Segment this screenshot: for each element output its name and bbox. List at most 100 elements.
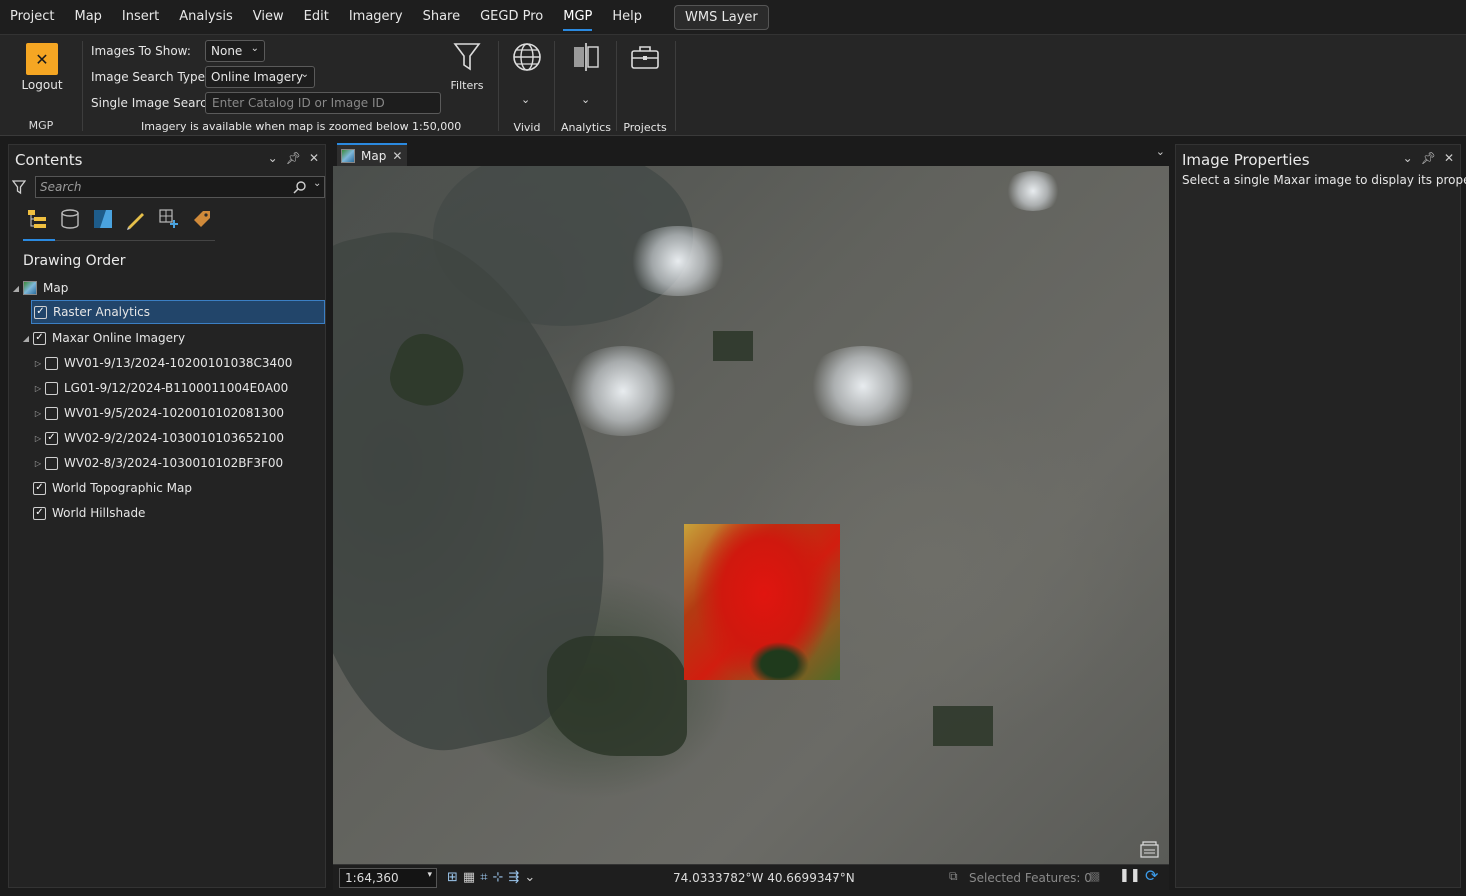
layer-checkbox[interactable]: ✓	[33, 481, 46, 495]
menu-insert[interactable]: Insert	[112, 0, 169, 34]
menu-gegd-pro[interactable]: GEGD Pro	[470, 0, 553, 34]
refresh-icon[interactable]: ⟳	[1145, 866, 1158, 885]
tree-item-maxar-online-imagery[interactable]: ◢ ✓ Maxar Online Imagery	[9, 326, 325, 350]
tree-item-world-topographic-map[interactable]: ✓ World Topographic Map	[9, 476, 325, 500]
wms-layer-button[interactable]: WMS Layer	[674, 4, 769, 30]
tab-map-label: Map	[361, 148, 387, 163]
cloud	[623, 226, 733, 296]
list-by-selection-icon[interactable]	[91, 207, 115, 231]
add-grid-icon[interactable]: ⊞	[447, 870, 458, 885]
analytics-button[interactable]: ⌄ Analytics	[560, 39, 612, 135]
expand-arrow-icon[interactable]: ◢	[11, 284, 21, 293]
map-canvas[interactable]	[333, 166, 1169, 864]
cloud	[563, 346, 683, 436]
projects-button[interactable]: Projects	[620, 39, 670, 135]
navigation-icon[interactable]: ⇶	[508, 870, 519, 885]
list-by-editing-icon[interactable]	[124, 207, 148, 231]
menu-help[interactable]: Help	[602, 0, 652, 34]
image-properties-description: Select a single Maxar image to display i…	[1182, 173, 1466, 187]
tree-item-map[interactable]: ◢ Map	[9, 276, 325, 300]
scale-value: 1:64,360	[345, 870, 399, 885]
map-icon	[23, 281, 37, 295]
collapse-arrow-icon[interactable]: ▷	[33, 409, 43, 418]
collapse-arrow-icon[interactable]: ▷	[33, 359, 43, 368]
image-search-type-label: Image Search Type:	[91, 70, 210, 84]
menu-mgp[interactable]: MGP	[553, 0, 602, 34]
list-by-labeling-icon[interactable]	[190, 207, 214, 231]
logout-button-label[interactable]: Logout	[18, 78, 66, 92]
pin-icon[interactable]: 📌︎	[286, 151, 301, 165]
tree-item-image-layer[interactable]: ▷ WV01-9/5/2024-1020010102081300	[9, 401, 325, 425]
tab-map[interactable]: Map ✕	[337, 143, 407, 166]
layer-checkbox[interactable]: ✓	[34, 305, 47, 319]
list-by-drawing-order-icon[interactable]	[25, 207, 49, 231]
tree-item-label: LG01-9/12/2024-B1100011004E0A00	[64, 381, 289, 395]
filters-button[interactable]: Filters	[446, 39, 488, 99]
active-view-indicator	[23, 239, 55, 241]
chevron-down-icon[interactable]: ⌄	[268, 151, 278, 165]
image-search-type-dropdown[interactable]: Online Imagery ⌄	[205, 66, 315, 88]
logout-icon[interactable]: ✕	[26, 43, 58, 75]
tree-item-image-layer[interactable]: ▷ LG01-9/12/2024-B1100011004E0A00	[9, 376, 325, 400]
pin-icon[interactable]: 📌︎	[1421, 151, 1436, 165]
chevron-down-icon[interactable]: ⌄	[521, 93, 530, 106]
single-image-search-input[interactable]: Enter Catalog ID or Image ID	[205, 92, 441, 114]
menu-edit[interactable]: Edit	[294, 0, 339, 34]
snapping-icon[interactable]: ⊹	[493, 870, 504, 885]
cloud	[803, 346, 923, 426]
list-by-source-icon[interactable]	[58, 207, 82, 231]
layer-checkbox[interactable]	[45, 356, 58, 370]
filter-icon[interactable]	[12, 179, 26, 195]
chevron-down-icon[interactable]: ⌄	[313, 178, 321, 189]
tree-item-raster-analytics[interactable]: ✓ Raster Analytics	[31, 300, 325, 324]
contents-search-input[interactable]: Search	[35, 176, 325, 198]
menu-imagery[interactable]: Imagery	[339, 0, 413, 34]
chevron-down-icon[interactable]: ⌄	[524, 870, 535, 885]
collapse-arrow-icon[interactable]: ▷	[33, 434, 43, 443]
layer-checkbox[interactable]: ✓	[33, 331, 46, 345]
tree-item-image-layer[interactable]: ▷ ✓ WV02-9/2/2024-1030010103652100	[9, 426, 325, 450]
expand-arrow-icon[interactable]: ◢	[21, 334, 31, 343]
menu-analysis[interactable]: Analysis	[169, 0, 243, 34]
constraints-icon[interactable]: ⌗	[480, 870, 487, 885]
clear-selection-icon[interactable]: ▩	[1089, 869, 1100, 883]
collapse-arrow-icon[interactable]: ▷	[33, 459, 43, 468]
layer-checkbox[interactable]: ✓	[33, 506, 46, 520]
images-to-show-dropdown[interactable]: None ⌄	[205, 40, 265, 62]
layer-checkbox[interactable]: ✓	[45, 431, 58, 445]
tree-item-image-layer[interactable]: ▷ WV01-9/13/2024-10200101038C3400	[9, 351, 325, 375]
mgp-group: ✕ Logout MGP	[0, 35, 82, 135]
vivid-button[interactable]: ⌄ Vivid	[506, 39, 548, 135]
search-icon[interactable]	[293, 180, 307, 194]
collapse-arrow-icon[interactable]: ▷	[33, 384, 43, 393]
menu-view[interactable]: View	[243, 0, 294, 34]
contents-pane: Contents ⌄ 📌︎ ✕ Search ⌄ Drawing Order ◢…	[8, 144, 326, 888]
filter-icon	[453, 43, 481, 71]
tree-item-world-hillshade[interactable]: ✓ World Hillshade	[9, 501, 325, 525]
layer-checkbox[interactable]	[45, 456, 58, 470]
tree-item-label: WV02-8/3/2024-1030010102BF3F00	[64, 456, 284, 470]
layer-checkbox[interactable]	[45, 406, 58, 420]
tree-item-label: WV01-9/5/2024-1020010102081300	[64, 406, 285, 420]
images-to-show-label: Images To Show:	[91, 44, 191, 58]
scale-dropdown[interactable]: 1:64,360 ▾	[339, 867, 437, 888]
map-notes-icon[interactable]	[1139, 840, 1161, 860]
menu-project[interactable]: Project	[0, 0, 64, 34]
briefcase-icon	[631, 46, 659, 69]
close-icon[interactable]: ✕	[309, 151, 319, 165]
tree-item-image-layer[interactable]: ▷ WV02-8/3/2024-1030010102BF3F00	[9, 451, 325, 475]
ribbon-separator	[616, 41, 617, 131]
drawing-order-heading: Drawing Order	[23, 253, 126, 269]
menu-map[interactable]: Map	[64, 0, 111, 34]
close-icon[interactable]: ✕	[1444, 151, 1454, 165]
pause-icon[interactable]: ❚❚	[1119, 868, 1141, 883]
list-by-snapping-icon[interactable]	[157, 207, 181, 231]
close-icon[interactable]: ✕	[392, 149, 402, 163]
chevron-down-icon[interactable]: ⌄	[1156, 145, 1165, 158]
chevron-down-icon[interactable]: ⌄	[831, 869, 840, 882]
chevron-down-icon[interactable]: ⌄	[1403, 151, 1413, 165]
grid-icon[interactable]: ▦	[463, 870, 475, 885]
layer-checkbox[interactable]	[45, 381, 58, 395]
chevron-down-icon[interactable]: ⌄	[581, 93, 590, 106]
menu-share[interactable]: Share	[413, 0, 471, 34]
